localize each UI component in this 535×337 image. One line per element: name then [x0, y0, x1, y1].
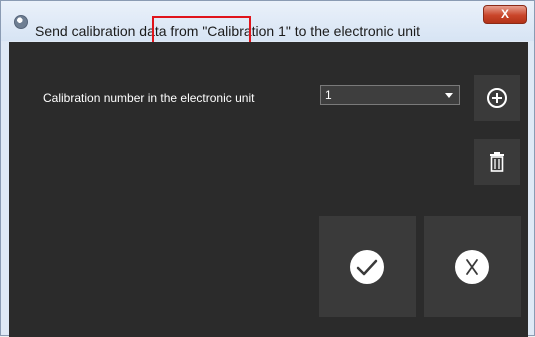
calibration-number-select[interactable]: 1 — [320, 85, 460, 105]
confirm-button[interactable] — [319, 216, 416, 317]
trash-icon — [490, 152, 504, 172]
delete-calibration-button[interactable] — [474, 139, 520, 185]
x-circle-icon — [455, 250, 489, 284]
calibration-number-value: 1 — [325, 88, 332, 102]
cancel-button[interactable] — [424, 216, 521, 317]
plus-circle-icon — [487, 88, 507, 108]
window-title: Send calibration data from "Calibration … — [35, 23, 421, 39]
dialog-window: Send calibration data from "Calibration … — [0, 0, 535, 337]
chevron-down-icon — [445, 93, 453, 98]
check-circle-icon — [350, 250, 384, 284]
pce-logo-icon — [14, 15, 28, 29]
add-calibration-button[interactable] — [474, 75, 520, 121]
title-bar[interactable]: Send calibration data from "Calibration … — [1, 1, 534, 41]
calibration-number-label: Calibration number in the electronic uni… — [43, 91, 255, 105]
close-button[interactable]: X — [483, 5, 527, 24]
content-panel: Calibration number in the electronic uni… — [9, 42, 528, 337]
